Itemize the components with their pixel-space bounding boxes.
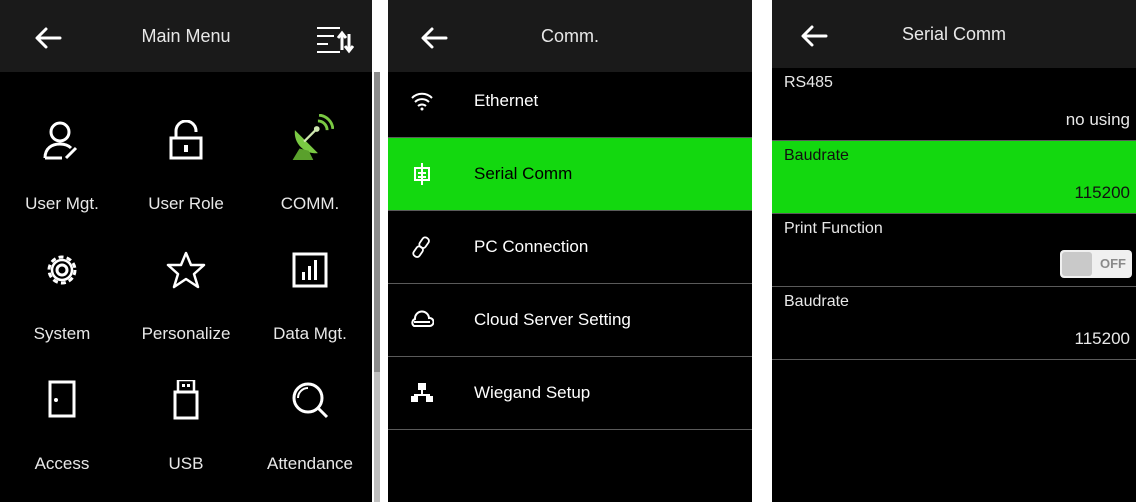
magnifier-icon	[292, 382, 329, 419]
cloud-icon	[411, 310, 434, 327]
menu-item-label: Data Mgt.	[273, 324, 347, 343]
setting-baudrate-print[interactable]: Baudrate 115200	[772, 287, 1136, 360]
menu-item-label: Access	[34, 454, 90, 473]
setting-value: no using	[1065, 110, 1130, 129]
serial-comm-header: Serial Comm	[772, 0, 1136, 68]
main-menu-panel: Main Menu User Mgt. User Role COMM. Syst…	[0, 0, 372, 502]
network-icon	[411, 383, 433, 402]
star-icon	[166, 251, 206, 289]
print-function-toggle[interactable]: OFF	[1060, 250, 1132, 278]
menu-item-personalize[interactable]: Personalize	[124, 220, 248, 350]
menu-item-label: COMM.	[280, 194, 340, 213]
satellite-dish-icon	[292, 114, 334, 160]
menu-item-label: Attendance	[266, 454, 353, 473]
comm-item-label: PC Connection	[474, 237, 589, 256]
setting-baudrate[interactable]: Baudrate 115200	[772, 141, 1136, 214]
setting-value: 115200	[1074, 329, 1130, 348]
comm-item-pc-connection[interactable]: PC Connection	[388, 211, 752, 284]
comm-item-label: Cloud Server Setting	[474, 310, 631, 329]
usb-icon	[173, 380, 199, 420]
gear-icon	[47, 255, 77, 285]
toggle-state-label: OFF	[1100, 256, 1126, 271]
menu-item-system[interactable]: System	[0, 220, 124, 350]
wifi-icon	[411, 92, 433, 111]
sort-menu-icon[interactable]	[314, 20, 354, 56]
menu-item-label: User Role	[148, 194, 224, 213]
comm-panel: Comm. Ethernet Serial Comm PC Connection…	[388, 0, 752, 502]
comm-item-label: Wiegand Setup	[474, 383, 591, 402]
setting-name: RS485	[784, 74, 833, 91]
setting-name: Print Function	[784, 220, 883, 237]
menu-item-user-role[interactable]: User Role	[124, 90, 248, 220]
toggle-knob	[1062, 252, 1092, 276]
link-icon	[412, 236, 430, 258]
menu-item-usb[interactable]: USB	[124, 350, 248, 480]
menu-item-label: Personalize	[141, 324, 231, 343]
bar-chart-icon	[292, 252, 328, 288]
user-icon	[43, 121, 78, 160]
menu-item-label: USB	[168, 454, 204, 473]
comm-item-wiegand-setup[interactable]: Wiegand Setup	[388, 357, 752, 430]
scrollbar-thumb[interactable]	[374, 72, 380, 372]
comm-item-cloud-server[interactable]: Cloud Server Setting	[388, 284, 752, 357]
menu-item-access[interactable]: Access	[0, 350, 124, 480]
menu-item-user-mgt[interactable]: User Mgt.	[0, 90, 124, 220]
page-title: Serial Comm	[901, 24, 1007, 44]
lock-icon	[169, 120, 203, 160]
setting-name: Baudrate	[784, 147, 849, 164]
comm-item-ethernet[interactable]: Ethernet	[388, 65, 752, 138]
comm-item-label: Ethernet	[474, 91, 539, 110]
page-title: Comm.	[541, 26, 599, 46]
comm-header: Comm.	[388, 0, 752, 72]
main-menu-header: Main Menu	[0, 0, 372, 72]
setting-rs485[interactable]: RS485 no using	[772, 68, 1136, 141]
serial-comm-panel: Serial Comm RS485 no using Baudrate 1152…	[772, 0, 1136, 502]
serial-port-icon	[414, 163, 430, 185]
menu-item-attendance[interactable]: Attendance	[248, 350, 372, 480]
comm-item-label: Serial Comm	[474, 164, 573, 183]
setting-value: 115200	[1074, 183, 1130, 202]
setting-print-function[interactable]: Print Function OFF	[772, 214, 1136, 287]
setting-name: Baudrate	[784, 293, 849, 310]
door-icon	[48, 380, 76, 418]
menu-item-label: System	[33, 324, 91, 343]
menu-item-comm[interactable]: COMM.	[248, 90, 372, 220]
comm-item-serial-comm[interactable]: Serial Comm	[388, 138, 752, 211]
menu-item-data-mgt[interactable]: Data Mgt.	[248, 220, 372, 350]
menu-item-label: User Mgt.	[25, 194, 99, 213]
